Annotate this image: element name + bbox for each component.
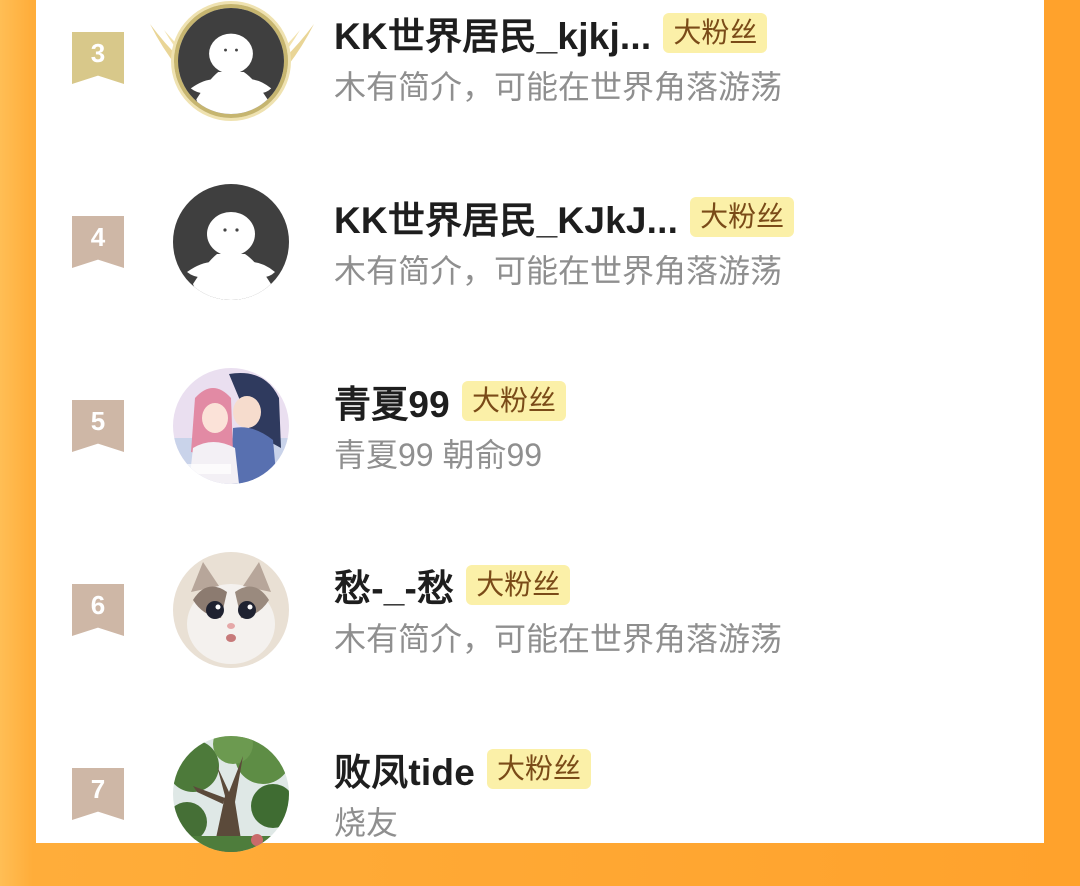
name-line: KK世界居民_KJkJ... 大粉丝 (334, 194, 795, 241)
rank-ribbon: 5 (72, 400, 124, 452)
fan-level-badge: 大粉丝 (486, 749, 591, 789)
fan-row[interactable]: 6 愁-_-愁 大粉丝 木有简介，可能在世界角落游荡 (36, 552, 1044, 702)
name-line: KK世界居民_kjkj... 大粉丝 (334, 10, 768, 57)
rank-ribbon: 3 (72, 32, 124, 84)
default-avatar-icon (173, 184, 289, 300)
fan-bio: 木有简介，可能在世界角落游荡 (334, 621, 783, 657)
rank-ribbon: 7 (72, 768, 124, 820)
rank-ribbon: 4 (72, 216, 124, 268)
fan-bio: 青夏99 朝俞99 (334, 437, 543, 473)
fan-bio: 烧友 (334, 805, 399, 841)
avatar[interactable] (173, 552, 289, 668)
fan-name[interactable]: 败凤tide (334, 742, 475, 796)
fan-name[interactable]: KK世界居民_KJkJ... (334, 190, 678, 244)
avatar[interactable] (173, 368, 289, 484)
fan-name[interactable]: 愁-_-愁 (334, 558, 454, 612)
avatar[interactable] (174, 4, 288, 118)
cat-avatar (173, 552, 289, 668)
fan-row[interactable]: 7 败凤tide 大粉丝 烧友 (36, 736, 1044, 886)
fan-bio: 木有简介，可能在世界角落游荡 (334, 69, 783, 105)
fan-row[interactable]: 5 青夏99 大粉丝 青夏99 朝俞99 (36, 368, 1044, 518)
fan-name[interactable]: 青夏99 (334, 374, 450, 428)
fan-row[interactable]: 3 KK世界居民_kjkj... 大粉丝 木有简介，可能在世界角落游荡 (36, 0, 1044, 150)
default-avatar-gold-frame-icon (178, 8, 284, 114)
avatar[interactable] (173, 736, 289, 852)
anime-couple-avatar (173, 368, 289, 484)
fan-bio: 木有简介，可能在世界角落游荡 (334, 253, 783, 289)
name-line: 愁-_-愁 大粉丝 (334, 562, 571, 609)
fan-level-badge: 大粉丝 (690, 197, 795, 237)
rank-ribbon: 6 (72, 584, 124, 636)
avatar[interactable] (173, 184, 289, 300)
fan-row[interactable]: 4 KK世界居民_KJkJ... 大粉丝 木有简介，可能在世界角落游荡 (36, 184, 1044, 334)
fan-level-badge: 大粉丝 (663, 13, 768, 53)
fan-level-badge: 大粉丝 (461, 381, 566, 421)
fan-level-badge: 大粉丝 (466, 565, 571, 605)
fan-name[interactable]: KK世界居民_kjkj... (334, 6, 651, 60)
name-line: 败凤tide 大粉丝 (334, 746, 591, 793)
name-line: 青夏99 大粉丝 (334, 378, 566, 425)
fan-ranking-card: 3 KK世界居民_kjkj... 大粉丝 木有简介，可能在世界角落游荡 4 KK… (36, 0, 1044, 852)
tree-photo-avatar (173, 736, 289, 852)
